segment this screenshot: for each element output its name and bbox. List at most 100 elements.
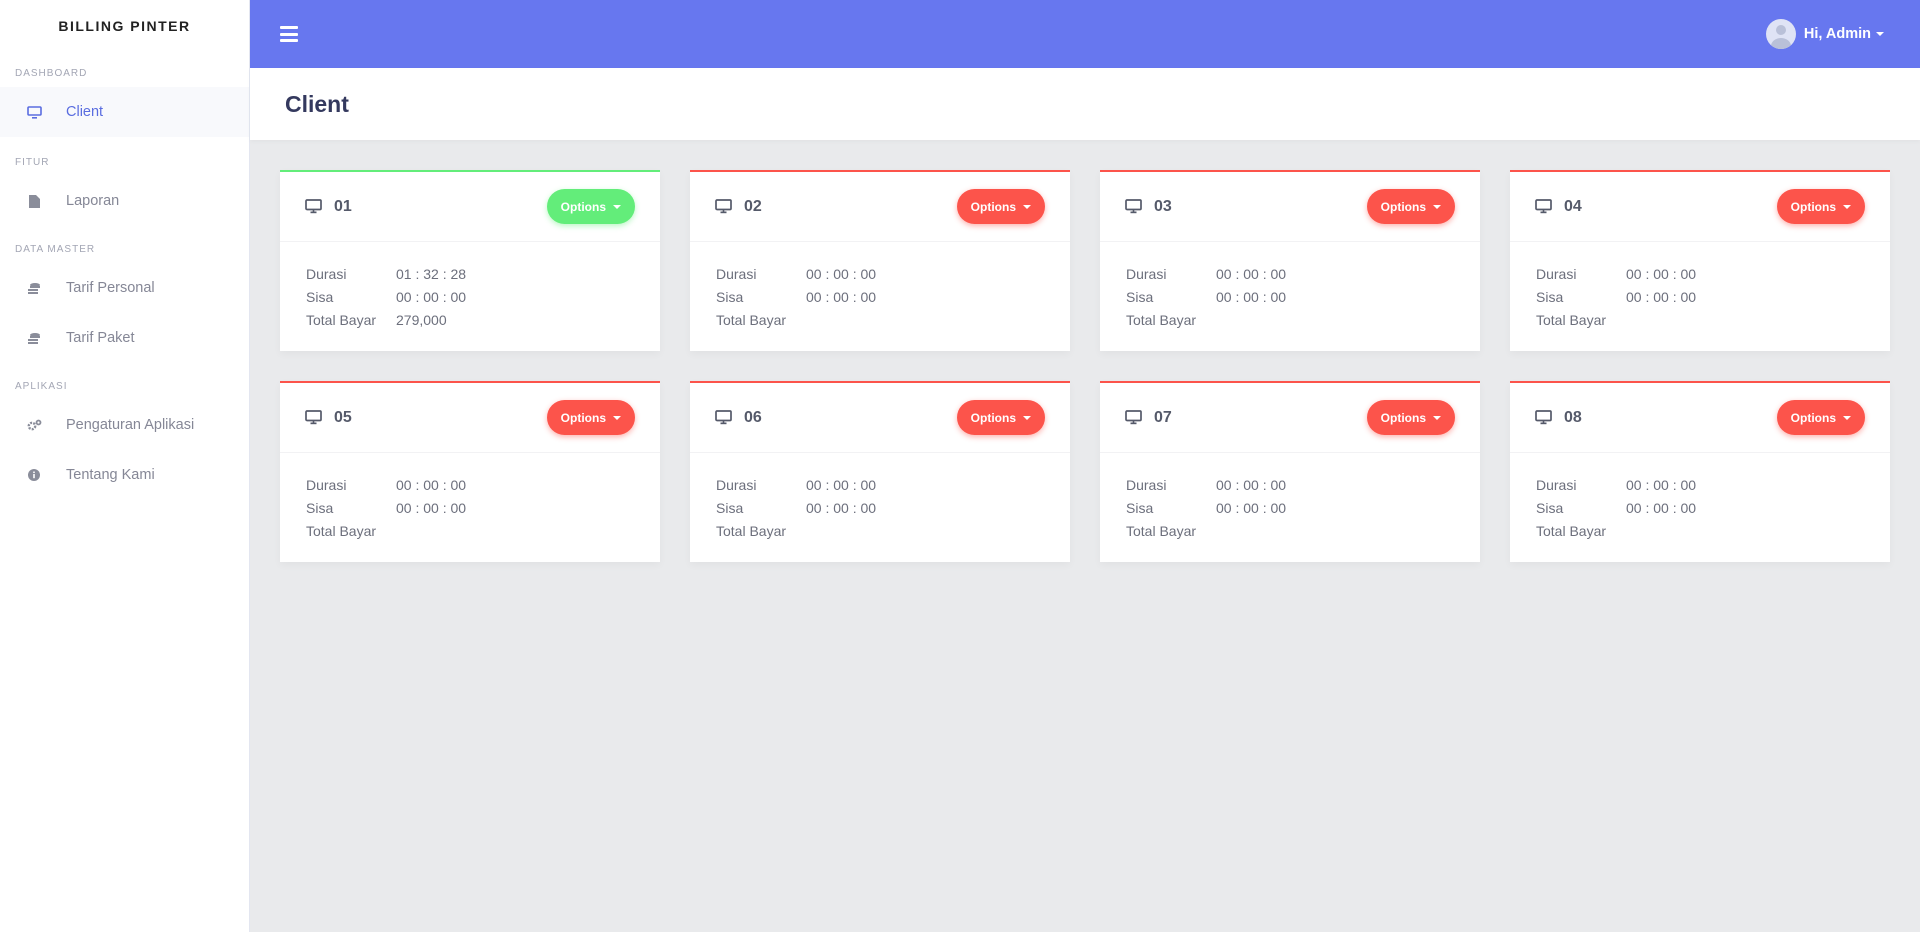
- card-header: 07 Options: [1100, 383, 1480, 453]
- durasi-label: Durasi: [1536, 265, 1577, 282]
- sisa-label: Sisa: [306, 288, 334, 305]
- total-bayar-label: Total Bayar: [306, 522, 377, 539]
- durasi-row: Durasi 01 : 32 : 28: [306, 262, 634, 285]
- options-label: Options: [970, 199, 1016, 214]
- sidebar: BILLING PINTER DASHBOARD Client FITUR La…: [0, 0, 250, 932]
- sidebar-heading-dashboard: DASHBOARD: [15, 68, 88, 79]
- info-circle-icon: [26, 467, 42, 483]
- sisa-label: Sisa: [1536, 288, 1564, 305]
- sisa-label: Sisa: [306, 499, 334, 516]
- client-card-05: 05 Options Durasi 00 : 00 : 00 Sisa 00 : 0…: [280, 381, 660, 562]
- client-name: 04: [1564, 197, 1582, 215]
- file-icon: [26, 193, 42, 209]
- sisa-value: 00 : 00 : 00: [1626, 499, 1697, 516]
- options-button[interactable]: Options: [1776, 189, 1865, 224]
- durasi-label: Durasi: [306, 265, 347, 282]
- durasi-value: 00 : 00 : 00: [1216, 265, 1287, 282]
- card-header: 01 Options: [280, 172, 660, 242]
- card-body: Durasi 00 : 00 : 00 Sisa 00 : 00 : 00 Tota…: [1100, 453, 1480, 542]
- sisa-row: Sisa 00 : 00 : 00: [1126, 285, 1454, 308]
- total-bayar-value: 279,000: [396, 311, 447, 328]
- caret-down-icon: [613, 415, 621, 420]
- sisa-value: 00 : 00 : 00: [396, 499, 467, 516]
- sisa-row: Sisa 00 : 00 : 00: [716, 496, 1044, 519]
- sidebar-item-client[interactable]: Client: [0, 87, 249, 137]
- durasi-value: 00 : 00 : 00: [1216, 476, 1287, 493]
- menu-toggle-icon[interactable]: [280, 26, 298, 42]
- desktop-icon: [1535, 199, 1552, 214]
- cogs-icon: [26, 417, 42, 433]
- client-grid: 01 Options Durasi 01 : 32 : 28 Sisa 00 : 0…: [280, 170, 1890, 562]
- client-name: 02: [744, 197, 762, 215]
- card-header: 04 Options: [1510, 172, 1890, 242]
- options-label: Options: [1790, 410, 1836, 425]
- total-bayar-label: Total Bayar: [716, 311, 787, 328]
- options-label: Options: [560, 410, 606, 425]
- sisa-value: 00 : 00 : 00: [396, 288, 467, 305]
- sidebar-heading-fitur: FITUR: [15, 157, 50, 168]
- desktop-icon: [26, 104, 42, 120]
- client-card-02: 02 Options Durasi 00 : 00 : 00 Sisa 00 : 0…: [690, 170, 1070, 351]
- card-body: Durasi 00 : 00 : 00 Sisa 00 : 00 : 00 Tota…: [690, 453, 1070, 542]
- client-name: 01: [334, 197, 352, 215]
- options-button[interactable]: Options: [956, 189, 1045, 224]
- options-label: Options: [970, 410, 1016, 425]
- sidebar-item-tarif-personal[interactable]: Tarif Personal: [0, 263, 249, 313]
- total-bayar-row: Total Bayar 279,000: [306, 308, 634, 331]
- desktop-icon: [305, 199, 322, 214]
- durasi-row: Durasi 00 : 00 : 00: [1536, 473, 1864, 496]
- total-bayar-label: Total Bayar: [1536, 522, 1607, 539]
- sisa-label: Sisa: [716, 499, 744, 516]
- sidebar-heading-data-master: DATA MASTER: [15, 244, 96, 255]
- options-button[interactable]: Options: [1366, 189, 1455, 224]
- sidebar-item-laporan[interactable]: Laporan: [0, 176, 249, 226]
- client-card-01: 01 Options Durasi 01 : 32 : 28 Sisa 00 : 0…: [280, 170, 660, 351]
- durasi-label: Durasi: [1126, 476, 1167, 493]
- card-header: 03 Options: [1100, 172, 1480, 242]
- brand-logo[interactable]: BILLING PINTER: [0, 0, 249, 52]
- options-button[interactable]: Options: [956, 400, 1045, 435]
- top-navbar: Hi, Admin: [250, 0, 1920, 68]
- sidebar-item-tarif-paket[interactable]: Tarif Paket: [0, 313, 249, 363]
- sisa-row: Sisa 00 : 00 : 00: [306, 285, 634, 308]
- card-header: 02 Options: [690, 172, 1070, 242]
- sidebar-item-label: Tentang Kami: [66, 467, 155, 483]
- card-body: Durasi 00 : 00 : 00 Sisa 00 : 00 : 00 Tota…: [690, 242, 1070, 331]
- client-card-08: 08 Options Durasi 00 : 00 : 00 Sisa 00 : 0…: [1510, 381, 1890, 562]
- options-button[interactable]: Options: [546, 400, 635, 435]
- total-bayar-row: Total Bayar: [716, 519, 1044, 542]
- caret-down-icon: [1843, 415, 1851, 420]
- caret-down-icon: [1433, 204, 1441, 209]
- durasi-value: 00 : 00 : 00: [806, 265, 877, 282]
- user-dropdown[interactable]: Hi, Admin: [1765, 19, 1884, 49]
- sidebar-item-pengaturan-aplikasi[interactable]: Pengaturan Aplikasi: [0, 400, 249, 450]
- desktop-icon: [715, 410, 732, 425]
- options-button[interactable]: Options: [546, 189, 635, 224]
- durasi-value: 00 : 00 : 00: [396, 476, 467, 493]
- desktop-icon: [305, 410, 322, 425]
- card-body: Durasi 00 : 00 : 00 Sisa 00 : 00 : 00 Tota…: [280, 453, 660, 542]
- durasi-value: 00 : 00 : 00: [1626, 476, 1697, 493]
- card-title: 04: [1535, 198, 1582, 216]
- options-button[interactable]: Options: [1776, 400, 1865, 435]
- coins-icon: [26, 280, 42, 296]
- sisa-value: 00 : 00 : 00: [1216, 499, 1287, 516]
- sisa-row: Sisa 00 : 00 : 00: [716, 285, 1044, 308]
- total-bayar-row: Total Bayar: [1536, 308, 1864, 331]
- total-bayar-row: Total Bayar: [1126, 519, 1454, 542]
- card-title: 03: [1125, 198, 1172, 216]
- client-card-03: 03 Options Durasi 00 : 00 : 00 Sisa 00 : 0…: [1100, 170, 1480, 351]
- durasi-label: Durasi: [1126, 265, 1167, 282]
- caret-down-icon: [1876, 32, 1884, 36]
- sisa-value: 00 : 00 : 00: [806, 499, 877, 516]
- caret-down-icon: [613, 204, 621, 209]
- durasi-row: Durasi 00 : 00 : 00: [1126, 473, 1454, 496]
- options-button[interactable]: Options: [1366, 400, 1455, 435]
- sidebar-item-tentang-kami[interactable]: Tentang Kami: [0, 450, 249, 500]
- sisa-label: Sisa: [1536, 499, 1564, 516]
- card-title: 06: [715, 409, 762, 427]
- client-card-06: 06 Options Durasi 00 : 00 : 00 Sisa 00 : 0…: [690, 381, 1070, 562]
- durasi-row: Durasi 00 : 00 : 00: [716, 473, 1044, 496]
- client-name: 05: [334, 408, 352, 426]
- page-title: Client: [285, 90, 349, 117]
